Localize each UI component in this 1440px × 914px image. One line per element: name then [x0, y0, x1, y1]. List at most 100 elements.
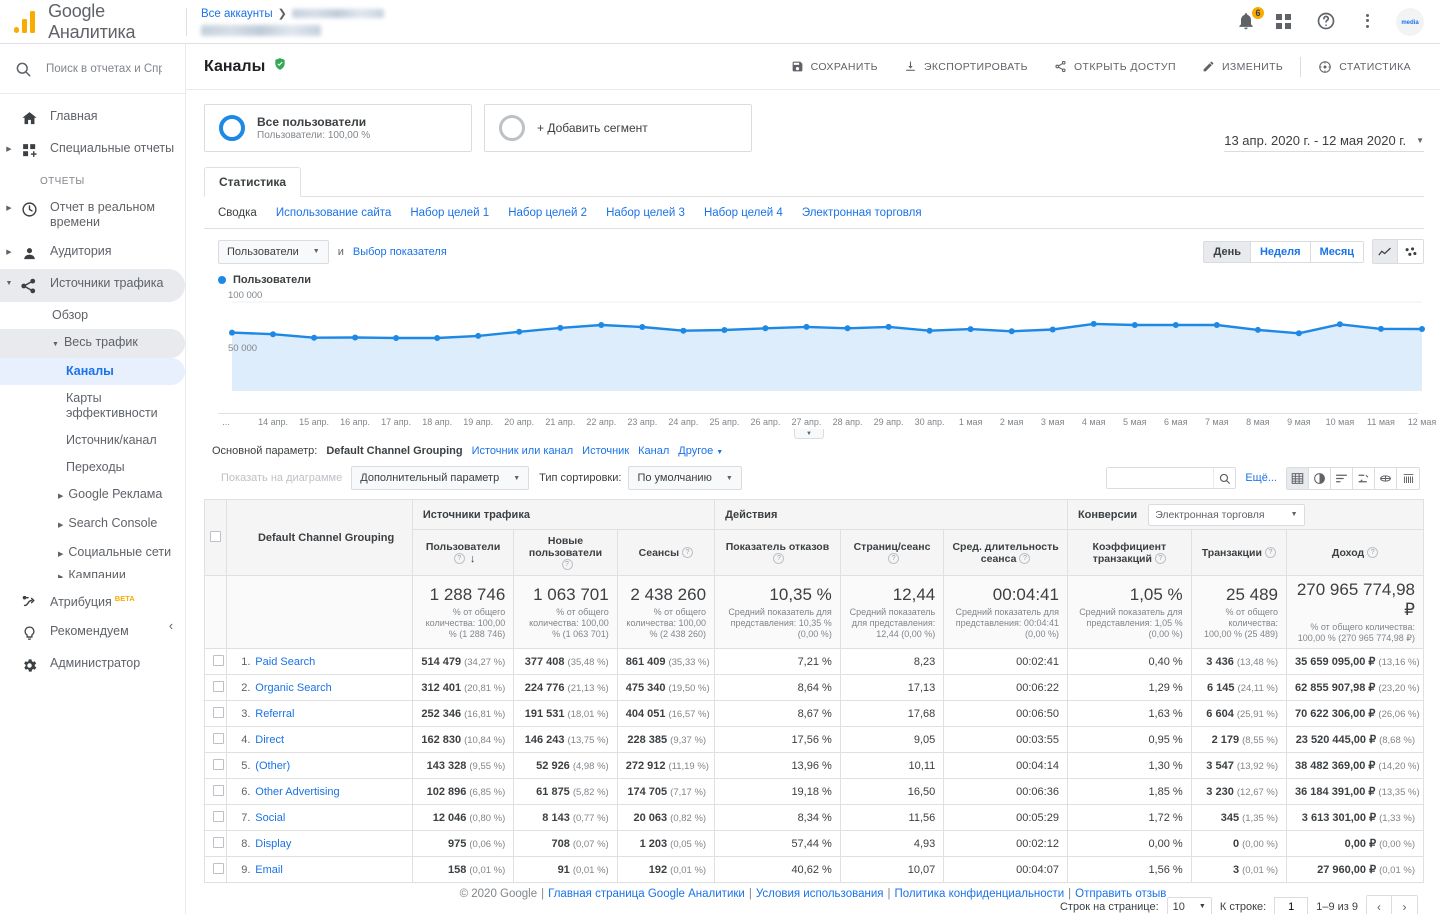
help-icon[interactable]: ?: [1264, 547, 1276, 559]
pivot-view-icon[interactable]: [1375, 467, 1397, 489]
subtab-goal-set-3[interactable]: Набор целей 3: [606, 207, 685, 219]
more-options-icon[interactable]: [1356, 11, 1378, 33]
more-options-link[interactable]: Ещё...: [1245, 472, 1277, 484]
column-transactions[interactable]: Транзакции?: [1190, 529, 1288, 576]
column-users[interactable]: Пользователи? ↓: [411, 529, 515, 576]
chart-point[interactable]: [352, 334, 359, 341]
avatar[interactable]: media: [1396, 7, 1424, 36]
table-row[interactable]: 7. Social 12 046 (0,80 %) 8 143 (0,77 %) 20 06…: [203, 804, 1424, 831]
table-row[interactable]: 5. (Other) 143 328 (9,55 %) 52 926 (4,98 %) 27…: [203, 752, 1424, 779]
chart-point[interactable]: [1213, 322, 1220, 328]
chart-point[interactable]: [270, 331, 276, 338]
chart-point[interactable]: [1049, 326, 1056, 333]
expand-arrow-icon[interactable]: ▶: [0, 141, 18, 153]
dimension-column-header[interactable]: Default Channel Grouping: [226, 499, 413, 576]
table-row[interactable]: 4. Direct 162 830 (10,84 %) 146 243 (13,75 %)…: [203, 726, 1424, 753]
chart-point[interactable]: [926, 327, 933, 334]
help-icon[interactable]: ?: [1019, 553, 1031, 565]
subtab-summary[interactable]: Сводка: [218, 207, 257, 219]
notifications-bell-icon[interactable]: 6: [1236, 5, 1265, 33]
row-checkbox[interactable]: [213, 784, 224, 796]
percent-view-icon[interactable]: [1309, 467, 1331, 489]
collapse-arrow-icon[interactable]: ▼: [0, 276, 18, 287]
secondary-dimension-select[interactable]: Дополнительный параметр ▼: [351, 466, 530, 490]
apps-grid-icon[interactable]: [1276, 11, 1298, 33]
column-bounce-rate[interactable]: Показатель отказов?: [714, 529, 841, 576]
chart-point[interactable]: [1419, 326, 1425, 332]
row-channel-link[interactable]: (Other): [255, 760, 290, 772]
column-transaction-rate[interactable]: Коэффициент транзакций?: [1066, 529, 1192, 576]
column-sessions[interactable]: Сеансы?: [616, 529, 716, 576]
sidebar-item-treemaps[interactable]: Карты эффективности: [0, 385, 185, 427]
metric-select[interactable]: Пользователи ▼: [218, 239, 329, 264]
sidebar-item-recommendations[interactable]: Рекомендуем: [0, 617, 185, 649]
column-revenue[interactable]: Доход?: [1286, 529, 1424, 576]
sidebar-item-referrals[interactable]: Переходы: [0, 454, 185, 481]
chart-point[interactable]: [434, 335, 441, 341]
performance-view-icon[interactable]: [1331, 467, 1353, 489]
dimension-other[interactable]: Другое ▼: [678, 445, 723, 457]
dimension-medium[interactable]: Канал: [638, 445, 669, 457]
row-checkbox[interactable]: [213, 706, 224, 718]
chart-point[interactable]: [1336, 321, 1343, 328]
sidebar-item-acquisition[interactable]: ▼ Источники трафика: [0, 269, 185, 302]
comparison-view-icon[interactable]: [1353, 467, 1375, 489]
chart-resize-handle[interactable]: ▼: [794, 429, 824, 439]
sidebar-item-audience[interactable]: ▶ Аудитория: [0, 237, 185, 269]
sidebar-item-home[interactable]: Главная: [0, 102, 185, 134]
sidebar-item-channels[interactable]: Каналы: [0, 358, 185, 385]
scatter-chart-icon[interactable]: [1398, 240, 1423, 263]
sidebar-search[interactable]: [0, 44, 185, 94]
table-view-icon[interactable]: [1287, 467, 1309, 489]
row-checkbox[interactable]: [213, 732, 224, 744]
breadcrumb[interactable]: Все аккаунты ❯: [201, 7, 384, 36]
table-row[interactable]: 1. Paid Search 514 479 (34,27 %) 377 408 (35,…: [203, 648, 1424, 675]
table-row[interactable]: 2. Organic Search 312 401 (20,81 %) 224 776(…: [203, 674, 1424, 701]
chart-point[interactable]: [885, 323, 892, 330]
chart-point[interactable]: [557, 324, 564, 331]
row-checkbox[interactable]: [213, 862, 224, 874]
row-channel-link[interactable]: Direct: [255, 734, 284, 746]
chart-point[interactable]: [393, 335, 400, 341]
help-icon[interactable]: [1316, 11, 1338, 33]
help-icon[interactable]: ?: [561, 559, 573, 571]
subtab-goal-set-2[interactable]: Набор целей 2: [508, 207, 587, 219]
sort-type-select[interactable]: По умолчанию ▼: [628, 466, 742, 490]
edit-button[interactable]: ИЗМЕНИТЬ: [1189, 54, 1296, 80]
sidebar-item-custom-reports[interactable]: ▶ Специальные отчеты: [0, 134, 185, 166]
plot-rows-button[interactable]: Показать на диаграмме: [212, 465, 351, 491]
subtab-ecommerce[interactable]: Электронная торговля: [802, 207, 922, 219]
search-icon[interactable]: [1213, 468, 1235, 488]
add-segment-button[interactable]: + Добавить сегмент: [484, 104, 752, 152]
tab-statistics[interactable]: Статистика: [204, 167, 302, 197]
chart-point[interactable]: [1378, 325, 1384, 332]
segment-all-users[interactable]: Все пользователи Пользователи: 100,00 %: [204, 104, 472, 152]
chart-point[interactable]: [844, 325, 851, 332]
date-range-picker[interactable]: 13 апр. 2020 г. - 12 мая 2020 г. ▼: [1224, 133, 1424, 152]
save-button[interactable]: СОХРАНИТЬ: [778, 54, 891, 80]
conversions-goal-select[interactable]: Электронная торговля ▼: [1148, 503, 1305, 526]
granularity-month[interactable]: Месяц: [1310, 241, 1363, 262]
chart-point[interactable]: [311, 334, 318, 341]
help-icon[interactable]: ?: [1154, 553, 1166, 565]
row-channel-link[interactable]: Display: [255, 838, 291, 850]
granularity-week[interactable]: Неделя: [1250, 241, 1311, 262]
chart-point[interactable]: [762, 325, 769, 332]
help-icon[interactable]: ?: [1367, 547, 1379, 559]
dimension-source-medium[interactable]: Источник или канал: [472, 445, 574, 457]
chart-point[interactable]: [1008, 328, 1015, 335]
table-search[interactable]: [1106, 467, 1237, 489]
chart-point[interactable]: [516, 328, 523, 335]
table-row[interactable]: 3. Referral 252 346 (16,81 %) 191 531 (18,01 …: [203, 700, 1424, 727]
chart-point[interactable]: [1131, 322, 1138, 328]
row-channel-link[interactable]: Paid Search: [255, 656, 315, 668]
dimension-source[interactable]: Источник: [582, 445, 629, 457]
line-chart-icon[interactable]: [1373, 240, 1398, 263]
row-checkbox[interactable]: [213, 654, 224, 666]
help-icon[interactable]: ?: [888, 553, 900, 565]
footer-link-terms[interactable]: Условия использования: [756, 888, 884, 900]
chart-point[interactable]: [680, 327, 687, 334]
column-new-users[interactable]: Новые пользователи?: [513, 529, 618, 576]
row-checkbox[interactable]: [213, 810, 224, 822]
chart-point[interactable]: [1090, 320, 1097, 327]
